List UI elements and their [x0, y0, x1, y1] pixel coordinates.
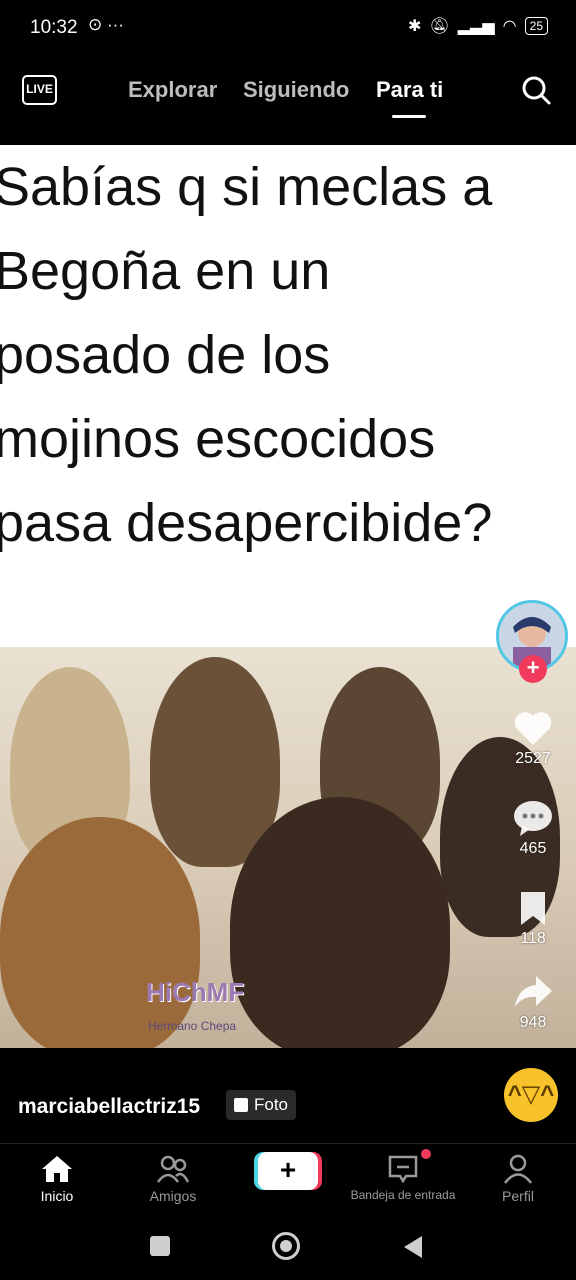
clock: 10:32 [30, 17, 78, 38]
photo-icon [234, 1098, 248, 1112]
inbox-notification-dot [421, 1149, 431, 1159]
tab-label: Inicio [40, 1188, 74, 1204]
tab-label: Perfil [502, 1188, 534, 1204]
inbox-icon [388, 1155, 418, 1184]
signal-icon: ▂▃▅ [457, 18, 495, 35]
save-count: 118 [520, 930, 546, 947]
crying-laughing-emoji: ^▽^ [507, 1081, 555, 1108]
tab-explorar[interactable]: Explorar [128, 77, 217, 103]
save-button[interactable]: 118 [502, 888, 564, 948]
sound-disc-button[interactable]: ^▽^ [504, 1068, 558, 1122]
post-content[interactable]: Sabías q si meclas a Begoña en un posado… [0, 145, 576, 1048]
share-count: 948 [519, 1014, 547, 1031]
tab-label: Bandeja de entrada [350, 1188, 456, 1202]
search-icon[interactable] [520, 74, 552, 106]
band-photo [0, 647, 576, 1048]
top-navigation: LIVE Explorar Siguiendo Para ti [0, 62, 576, 122]
home-button[interactable] [272, 1232, 300, 1260]
tab-siguiendo[interactable]: Siguiendo [243, 77, 349, 103]
watermark-subtitle: Hermano Chepa [148, 1019, 237, 1033]
watermark-logo: HiChMF [146, 977, 245, 1007]
tab-amigos[interactable]: Amigos [118, 1154, 228, 1204]
create-post-button[interactable]: + [258, 1152, 318, 1190]
photo-type-badge: Foto [226, 1090, 297, 1120]
post-caption-text: Sabías q si meclas a Begoña en un posado… [0, 145, 576, 565]
like-count: 2527 [515, 750, 551, 767]
caption-line: Begoña en un [0, 241, 331, 301]
active-tab-indicator [392, 115, 426, 118]
caption-line: pasa desapercibide? [0, 493, 493, 553]
tab-para-ti[interactable]: Para ti [376, 77, 443, 103]
comment-count: 465 [519, 840, 547, 857]
battery-icon: 25 [524, 17, 548, 35]
share-button[interactable]: 948 [502, 972, 564, 1032]
friends-icon [156, 1155, 190, 1183]
back-button[interactable] [404, 1236, 422, 1258]
plus-icon: + [279, 1154, 297, 1185]
heart-icon [514, 712, 552, 745]
like-button[interactable]: 2527 [502, 708, 564, 768]
notification-icons: ⊙ ··· [88, 15, 124, 34]
tab-inicio[interactable]: Inicio [2, 1154, 112, 1204]
person-figure [230, 797, 450, 1048]
caption-line: mojinos escocidos [0, 409, 436, 469]
caption-line: Sabías q si meclas a [0, 157, 493, 217]
follow-button[interactable]: + [519, 655, 547, 683]
caption-line: posado de los [0, 325, 331, 385]
profile-icon [504, 1154, 532, 1184]
tab-label: Amigos [149, 1188, 197, 1204]
live-button[interactable]: LIVE [22, 75, 57, 105]
home-icon [42, 1156, 72, 1182]
mute-icon: 🔕︎ [429, 18, 450, 35]
tab-bandeja[interactable]: Bandeja de entrada [347, 1154, 459, 1202]
comment-icon [514, 801, 552, 836]
system-icons: ✱ 🔕︎ ▂▃▅ ◠ 25 [408, 16, 548, 36]
recents-button[interactable] [150, 1236, 170, 1256]
system-navigation-bar [0, 1218, 576, 1280]
wifi-icon: ◠ [502, 18, 517, 35]
photo-badge-label: Foto [254, 1095, 289, 1114]
bookmark-icon [521, 892, 545, 925]
person-figure [0, 817, 200, 1048]
creator-username[interactable]: marciabellactriz15 [18, 1095, 200, 1119]
tab-perfil[interactable]: Perfil [463, 1154, 573, 1204]
comment-button[interactable]: 465 [502, 798, 564, 858]
share-arrow-icon [515, 976, 552, 1007]
status-bar: 10:32 ⊙ ··· ✱ 🔕︎ ▂▃▅ ◠ 25 [0, 0, 576, 58]
bluetooth-icon: ✱ [408, 18, 422, 35]
